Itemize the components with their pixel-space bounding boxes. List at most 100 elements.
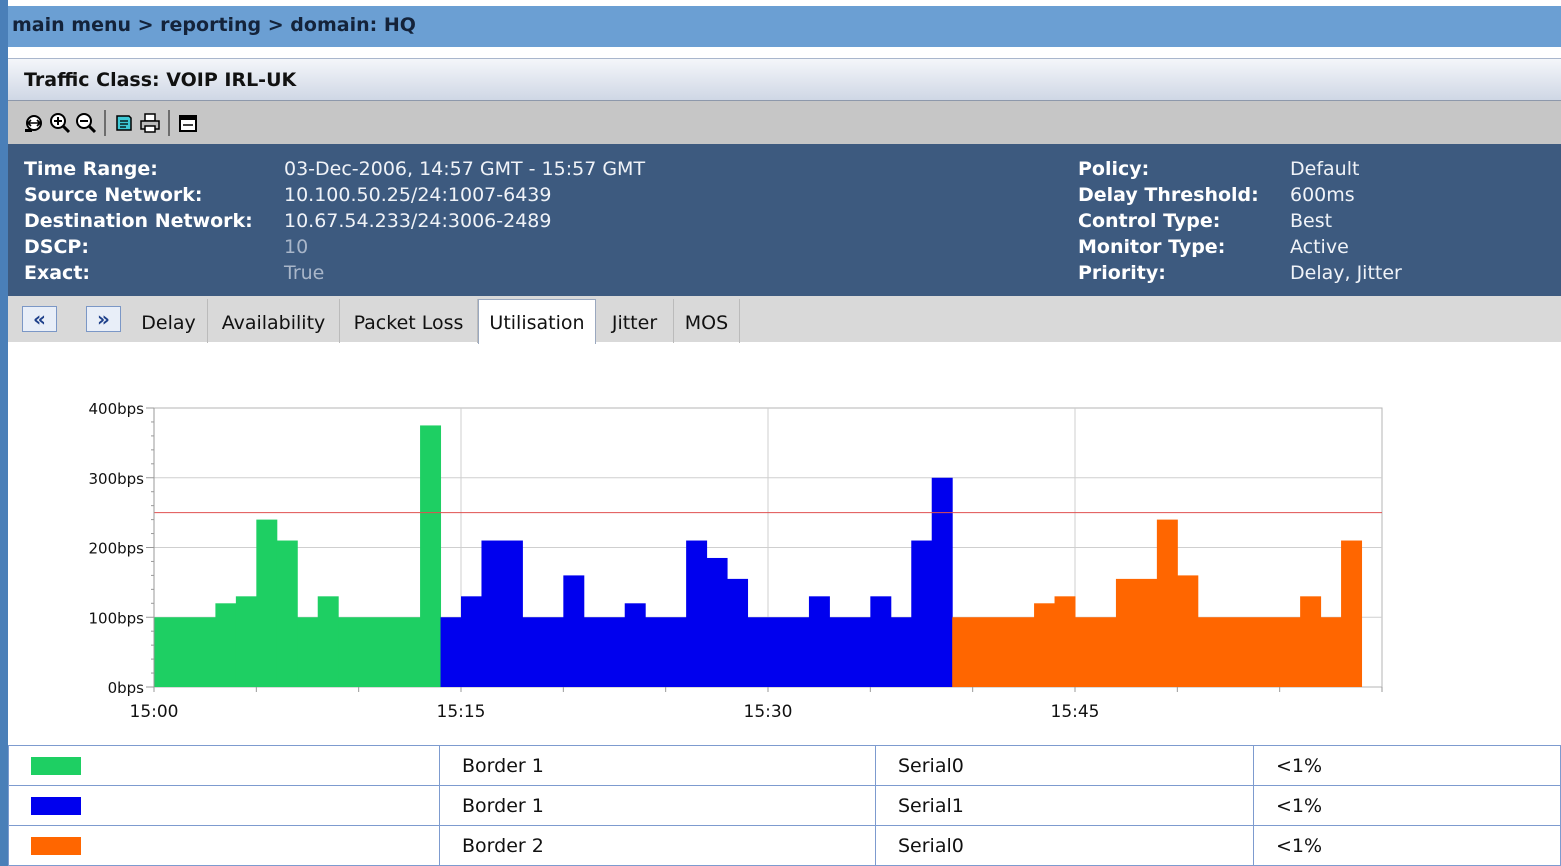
utilisation-bar-series-1	[338, 617, 421, 687]
utilisation-bar-series-2	[440, 617, 462, 687]
legend-border-cell: Border 1	[439, 745, 876, 786]
delay-threshold-value: 600ms	[1290, 184, 1355, 206]
x-tick-label: 15:00	[130, 702, 179, 722]
double-chevron-left-icon: «	[33, 307, 46, 331]
utilisation-bar-series-2	[747, 617, 810, 687]
utilisation-bar-series-2	[583, 617, 626, 687]
tab-packet-loss[interactable]: Packet Loss	[340, 299, 478, 343]
utilisation-bar-series-2	[870, 596, 892, 687]
utilisation-bar-series-3	[1115, 578, 1158, 687]
utilisation-bar-series-1	[297, 617, 319, 687]
utilisation-bar-series-2	[890, 617, 912, 687]
utilisation-bar-series-1	[276, 540, 298, 687]
utilisation-bar-series-2	[727, 578, 749, 687]
utilisation-chart: 0bps 100bps 200bps 300bps 400bps 15:00 15:15 15…	[89, 400, 1383, 722]
utilisation-bar-series-2	[645, 617, 687, 687]
source-network-label: Source Network:	[24, 184, 203, 206]
utilisation-bar-series-3	[1197, 617, 1301, 687]
utilisation-bar-series-1	[215, 603, 237, 687]
legend-swatch	[31, 837, 81, 855]
utilisation-bar-series-1	[154, 617, 216, 687]
utilisation-bar-series-3	[1300, 596, 1322, 687]
dscp-value: 10	[284, 236, 309, 258]
x-tick-label: 15:45	[1051, 702, 1100, 722]
time-range-value: 03-Dec-2006, 14:57 GMT - 15:57 GMT	[284, 158, 646, 180]
utilisation-bar-series-3	[1034, 603, 1056, 687]
zoom-in-icon[interactable]	[48, 110, 72, 136]
window-icon[interactable]	[176, 110, 200, 136]
y-tick-label: 100bps	[89, 609, 145, 627]
next-tabs-button[interactable]: »	[86, 306, 121, 332]
y-tick-label: 0bps	[108, 679, 145, 697]
utilisation-bar-series-2	[522, 617, 564, 687]
utilisation-bar-series-3	[1075, 617, 1117, 687]
utilisation-bar-series-3	[1320, 617, 1342, 687]
utilisation-bar-series-3	[1156, 519, 1178, 687]
legend-utilisation-cell: <1%	[1253, 745, 1561, 786]
legend-utilisation-cell: <1%	[1253, 785, 1561, 826]
info-values-left: 03-Dec-2006, 14:57 GMT - 15:57 GMT 10.10…	[284, 156, 804, 286]
legend-row: Border 2 Serial0 <1%	[8, 825, 1561, 866]
source-network-value: 10.100.50.25/24:1007-6439	[284, 184, 552, 206]
y-tick-label: 300bps	[89, 470, 145, 488]
legend-border-cell: Border 1	[439, 785, 876, 826]
policy-label: Policy:	[1078, 158, 1150, 180]
toolbar-separator	[168, 109, 170, 136]
utilisation-bar-series-3	[1054, 596, 1076, 687]
legend-swatch-cell	[8, 745, 440, 786]
edit-report-icon[interactable]	[112, 110, 136, 136]
traffic-class-title: Traffic Class: VOIP IRL-UK	[8, 58, 1561, 101]
legend-swatch	[31, 757, 81, 775]
tab-mos[interactable]: MOS	[674, 299, 740, 343]
double-chevron-right-icon: »	[97, 307, 110, 331]
chart-tab-bar: « » Delay Availability Packet Loss Utili…	[8, 296, 1561, 347]
legend-swatch-cell	[8, 785, 440, 826]
y-tick-label: 200bps	[89, 540, 145, 558]
previous-tabs-button[interactable]: «	[22, 306, 57, 332]
window-left-frame	[0, 0, 8, 866]
legend-table: Border 1 Serial0 <1% Border 1 Serial1 <1…	[8, 745, 1561, 866]
control-type-label: Control Type:	[1078, 210, 1221, 232]
utilisation-bar-series-1	[420, 425, 442, 687]
utilisation-bar-series-2	[911, 540, 933, 687]
info-values-right: Default 600ms Best Active Delay, Jitter	[1290, 156, 1550, 286]
info-labels-right: Policy: Delay Threshold: Control Type: M…	[1078, 156, 1288, 286]
legend-interface-cell: Serial1	[875, 785, 1254, 826]
utilisation-bar-series-2	[461, 596, 482, 687]
dscp-label: DSCP:	[24, 236, 89, 258]
legend-swatch-cell	[8, 825, 440, 866]
utilisation-bar-series-1	[235, 596, 257, 687]
traffic-class-info-panel: Time Range: Source Network: Destination …	[8, 144, 1561, 296]
utilisation-bar-series-2	[624, 603, 646, 687]
control-type-value: Best	[1290, 210, 1333, 232]
utilisation-bar-series-2	[931, 477, 953, 687]
delay-threshold-label: Delay Threshold:	[1078, 184, 1259, 206]
tab-utilisation[interactable]: Utilisation	[478, 299, 596, 347]
x-tick-label: 15:15	[437, 702, 486, 722]
tab-jitter[interactable]: Jitter	[596, 299, 674, 343]
legend-row: Border 1 Serial1 <1%	[8, 785, 1561, 826]
destination-network-value: 10.67.54.233/24:3006-2489	[284, 210, 552, 232]
toolbar-separator	[104, 109, 106, 136]
policy-value: Default	[1290, 158, 1360, 180]
print-icon[interactable]	[138, 110, 162, 136]
breadcrumb: main menu > reporting > domain: HQ	[8, 6, 1561, 47]
legend-swatch	[31, 797, 81, 815]
tab-availability[interactable]: Availability	[208, 299, 340, 343]
tab-delay[interactable]: Delay	[130, 299, 208, 343]
zoom-out-icon[interactable]	[74, 110, 98, 136]
monitor-type-label: Monitor Type:	[1078, 236, 1226, 258]
priority-label: Priority:	[1078, 262, 1166, 284]
utilisation-chart-area: 0bps 100bps 200bps 300bps 400bps 15:00 15:15 15…	[8, 344, 1561, 742]
chart-toolbar	[8, 101, 1561, 144]
exact-label: Exact:	[24, 262, 90, 284]
destination-network-label: Destination Network:	[24, 210, 253, 232]
utilisation-bar-series-1	[317, 596, 339, 687]
utilisation-bar-series-3	[1341, 540, 1363, 687]
info-labels-left: Time Range: Source Network: Destination …	[24, 156, 284, 286]
fit-zoom-icon[interactable]	[22, 110, 46, 136]
x-tick-label: 15:30	[744, 702, 793, 722]
utilisation-bar-series-2	[808, 596, 830, 687]
utilisation-bar-series-3	[1177, 575, 1199, 687]
monitor-type-value: Active	[1290, 236, 1349, 258]
